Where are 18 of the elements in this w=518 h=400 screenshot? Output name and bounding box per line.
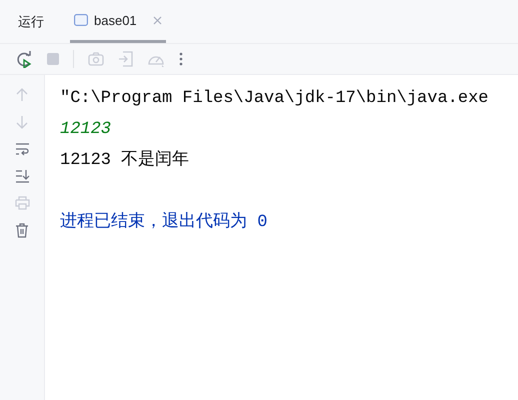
file-icon: [74, 14, 88, 26]
panel-title: 运行: [18, 12, 44, 30]
close-icon[interactable]: [152, 16, 162, 25]
command-line: "C:\Program Files\Java\jdk-17\bin\java.exe: [60, 88, 488, 110]
import-icon[interactable]: [118, 51, 133, 67]
more-icon[interactable]: [179, 52, 183, 66]
exit-message: 进程已结束，退出代码为 0: [60, 211, 268, 234]
input-echo: 12123: [60, 118, 112, 141]
print-icon[interactable]: [14, 196, 30, 210]
stop-button[interactable]: [47, 53, 59, 65]
scroll-to-end-icon[interactable]: [14, 169, 30, 183]
up-arrow-icon[interactable]: [15, 88, 29, 102]
down-arrow-icon[interactable]: [15, 115, 29, 129]
camera-icon[interactable]: [88, 52, 104, 66]
trash-icon[interactable]: [15, 223, 29, 238]
rerun-icon[interactable]: [16, 50, 33, 68]
output-line: 12123 不是闰年: [60, 149, 190, 172]
wrap-icon[interactable]: [14, 142, 30, 156]
